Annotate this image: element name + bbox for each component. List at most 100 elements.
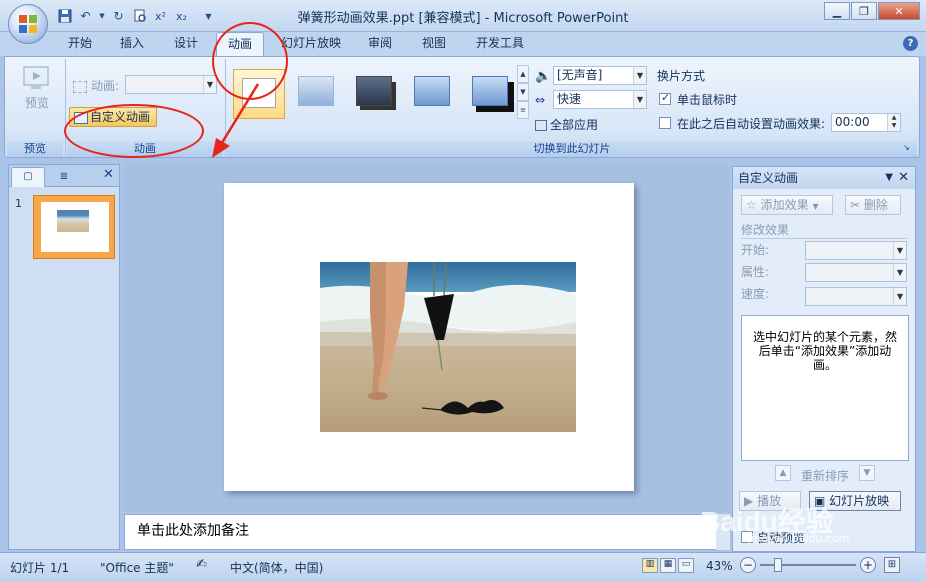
- zoom-level[interactable]: 43%: [706, 559, 733, 573]
- transition-fade-smooth-thumb[interactable]: [291, 69, 343, 119]
- status-bar: 幻灯片 1/1 "Office 主题" ✍ 中文(简体，中国) ▥ ▦ ▭ 43…: [0, 552, 926, 582]
- slide-photo[interactable]: [320, 262, 576, 432]
- help-icon[interactable]: ?: [903, 36, 918, 51]
- close-button[interactable]: ✕: [878, 2, 920, 20]
- language-indicator[interactable]: 中文(简体，中国): [230, 559, 323, 576]
- modify-effect-heading: 修改效果: [741, 221, 907, 239]
- animation-label: 动画:: [73, 77, 119, 94]
- tab-home[interactable]: 开始: [60, 32, 100, 56]
- window-controls: ▁ ❐ ✕: [823, 2, 920, 20]
- zoom-in-icon[interactable]: +: [860, 557, 876, 573]
- zoom-slider-thumb[interactable]: [774, 558, 782, 572]
- restore-button[interactable]: ❐: [851, 2, 877, 20]
- beach-photo-image: [320, 262, 576, 432]
- tab-view[interactable]: 视图: [414, 32, 454, 56]
- auto-after-checkbox[interactable]: [659, 117, 671, 129]
- speed-label: 速度:: [741, 287, 770, 301]
- transition-speed-select[interactable]: 快速 ▼: [553, 90, 647, 109]
- normal-view-icon[interactable]: ▥: [642, 558, 658, 573]
- watermark-url: jingyan.baidu.com: [748, 532, 850, 545]
- move-up-icon[interactable]: ▲: [775, 465, 791, 481]
- pane-close-icon[interactable]: ✕: [898, 167, 909, 189]
- auto-after-time-input[interactable]: 00:00 ▲ ▼: [831, 113, 901, 132]
- transition-cut-thumb[interactable]: [407, 69, 459, 119]
- preview-button-label: 预览: [24, 96, 49, 110]
- slide-thumbnail[interactable]: [33, 195, 115, 259]
- tab-design[interactable]: 设计: [166, 32, 206, 56]
- transition-sound-select[interactable]: [无声音] ▼: [553, 66, 647, 85]
- animation-list-hint: 选中幻灯片的某个元素，然后单击“添加效果”添加动画。: [752, 330, 897, 372]
- animation-icon: [73, 80, 87, 93]
- tab-developer[interactable]: 开发工具: [470, 32, 530, 56]
- gallery-more-icon[interactable]: ≡: [517, 101, 529, 119]
- chevron-down-icon: ▼: [633, 91, 646, 108]
- on-click-label: 单击鼠标时: [677, 93, 738, 107]
- group-separator: [65, 59, 66, 157]
- pane-menu-icon[interactable]: ▼: [885, 167, 893, 189]
- zoom-out-icon[interactable]: −: [740, 557, 756, 573]
- spelling-check-icon[interactable]: ✍: [196, 557, 207, 572]
- office-logo-icon: [19, 15, 37, 33]
- close-panel-icon[interactable]: ✕: [103, 167, 114, 182]
- annotation-arrow: [212, 83, 260, 158]
- theme-name[interactable]: "Office 主题": [100, 559, 174, 576]
- group-label-transition: 切换到此幻灯片: [227, 141, 917, 157]
- start-label: 开始:: [741, 243, 770, 257]
- apply-all-icon: [535, 120, 547, 131]
- chevron-down-icon: ▼: [893, 242, 906, 259]
- minimize-button[interactable]: ▁: [824, 2, 850, 20]
- scroll-down-icon[interactable]: ▼: [517, 83, 529, 101]
- on-click-checkbox[interactable]: [659, 91, 671, 105]
- property-label: 属性:: [741, 265, 770, 279]
- slide-counter: 幻灯片 1/1: [10, 561, 70, 575]
- remove-effect-button[interactable]: ✂ 删除: [845, 195, 901, 215]
- chevron-down-icon: ▼: [893, 264, 906, 281]
- title-bar: ↶ ▼ ↻ x² x₂ ▼ 弹簧形动画效果.ppt [兼容模式] - Micro…: [0, 0, 926, 32]
- slides-panel: ▢ ≣ ✕ 1: [8, 164, 120, 550]
- sound-icon: 🔈: [535, 69, 552, 84]
- transition-fade-black-thumb[interactable]: [349, 69, 401, 119]
- chevron-down-icon: ▼: [893, 288, 906, 305]
- fit-to-window-icon[interactable]: ⊞: [884, 557, 900, 573]
- slide-thumbnail-image: [57, 210, 89, 232]
- slides-tab-icon[interactable]: ▢: [11, 167, 45, 187]
- annotation-circle-custom-animation: [64, 104, 204, 158]
- animation-list[interactable]: 选中幻灯片的某个元素，然后单击“添加效果”添加动画。: [741, 315, 909, 461]
- speed-select[interactable]: ▼: [805, 287, 907, 306]
- advance-slide-heading: 换片方式: [657, 69, 706, 83]
- reorder-label: 重新排序: [801, 469, 850, 483]
- auto-after-label: 在此之后自动设置动画效果:: [677, 117, 826, 131]
- tab-review[interactable]: 审阅: [360, 32, 400, 56]
- property-select[interactable]: ▼: [805, 263, 907, 282]
- slideshow-view-icon[interactable]: ▭: [678, 558, 694, 573]
- view-buttons: ▥ ▦ ▭: [642, 558, 694, 573]
- preview-icon: [23, 66, 49, 89]
- custom-animation-pane: 自定义动画 ▼ ✕ ☆ 添加效果 ▼ ✂ 删除 修改效果 开始: ▼ 属性: ▼…: [732, 166, 916, 552]
- speed-icon: ⇔: [535, 93, 546, 107]
- scroll-up-icon[interactable]: ▲: [517, 65, 529, 83]
- ribbon-tabs: 开始 插入 设计 动画 幻灯片放映 审阅 视图 开发工具 ?: [0, 32, 926, 56]
- pane-title: 自定义动画 ▼ ✕: [733, 167, 915, 189]
- group-label-preview: 预览: [7, 141, 63, 157]
- slide-sorter-icon[interactable]: ▦: [660, 558, 676, 573]
- dialog-launcher-icon[interactable]: ↘: [903, 143, 913, 153]
- star-icon: ☆: [746, 198, 757, 212]
- remove-icon: ✂: [850, 198, 861, 212]
- office-button[interactable]: [8, 4, 48, 44]
- chevron-down-icon: ▼: [812, 202, 819, 211]
- window-title: 弹簧形动画效果.ppt [兼容模式] - Microsoft PowerPoin…: [297, 11, 629, 26]
- outline-tab-icon[interactable]: ≣: [47, 168, 81, 186]
- transition-cut-black-thumb[interactable]: [465, 69, 517, 119]
- tab-insert[interactable]: 插入: [112, 32, 152, 56]
- transition-gallery-scroll[interactable]: ▲ ▼ ≡: [517, 65, 529, 121]
- notes-field[interactable]: 单击此处添加备注: [124, 514, 730, 550]
- add-effect-button[interactable]: ☆ 添加效果 ▼: [741, 195, 833, 215]
- slides-panel-tabs: ▢ ≣ ✕: [9, 165, 119, 187]
- move-down-icon[interactable]: ▼: [859, 465, 875, 481]
- spinner-icon[interactable]: ▲ ▼: [887, 114, 900, 131]
- chevron-down-icon: ▼: [633, 67, 646, 84]
- slide-number: 1: [15, 197, 22, 210]
- preview-button[interactable]: 预览: [17, 65, 57, 115]
- apply-all-button[interactable]: 全部应用: [535, 116, 598, 133]
- start-select[interactable]: ▼: [805, 241, 907, 260]
